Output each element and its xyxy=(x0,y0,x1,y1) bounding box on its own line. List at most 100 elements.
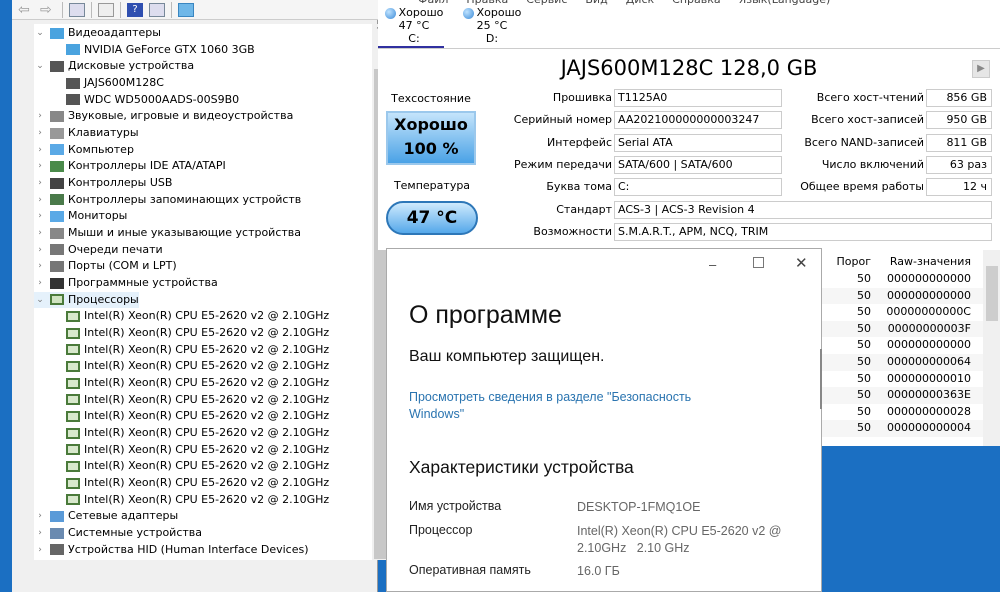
tree-category[interactable]: › Устройства HID (Human Interface Devices… xyxy=(34,542,308,558)
tree-category[interactable]: ⌄ Процессоры xyxy=(34,291,139,308)
field-value[interactable]: Serial ATA xyxy=(614,133,782,152)
help-icon[interactable]: ? xyxy=(127,2,143,17)
column-header-threshold[interactable]: Порог xyxy=(821,254,872,271)
tree-device[interactable]: Intel(R) Xeon(R) CPU E5-2620 v2 @ 2.10GH… xyxy=(62,425,329,441)
security-link[interactable]: Просмотреть сведения в разделе "Безопасн… xyxy=(409,389,729,423)
menu-item[interactable]: Файл xyxy=(418,0,448,6)
properties-icon[interactable] xyxy=(98,2,114,17)
tree-device[interactable]: Intel(R) Xeon(R) CPU E5-2620 v2 @ 2.10GH… xyxy=(62,308,329,324)
tree-category[interactable]: › Компьютер xyxy=(34,142,134,158)
tree-category[interactable]: ⌄ Видеоадаптеры xyxy=(34,25,161,41)
smart-scrollbar[interactable] xyxy=(983,250,1000,446)
stat-value[interactable]: 950 GB xyxy=(926,111,992,130)
smart-row[interactable]: 50 00000000000C xyxy=(821,304,983,321)
field-value[interactable]: AA202100000000003247 xyxy=(614,111,782,130)
tree-category[interactable]: › Мониторы xyxy=(34,208,127,224)
tree-category[interactable]: › Системные устройства xyxy=(34,525,202,541)
chevron-right-icon[interactable]: › xyxy=(34,208,46,224)
chevron-down-icon[interactable]: ⌄ xyxy=(34,25,46,41)
back-icon[interactable]: ⇦ xyxy=(18,3,34,17)
drive-tab-d[interactable]: Хорошо 25 °C D: xyxy=(456,6,528,45)
chevron-right-icon[interactable]: › xyxy=(34,275,46,291)
stat-value[interactable]: 811 GB xyxy=(926,133,992,152)
menu-item[interactable]: Правка xyxy=(466,0,508,6)
tree-category[interactable]: › Программные устройства xyxy=(34,275,218,291)
tree-device[interactable]: WDC WD5000AADS-00S9B0 xyxy=(62,92,239,108)
chevron-right-icon[interactable]: › xyxy=(34,192,46,208)
stat-value[interactable]: 12 ч xyxy=(926,178,992,197)
smart-row[interactable]: 50 000000000004 xyxy=(821,420,983,437)
next-disk-icon[interactable]: ▶ xyxy=(972,60,990,78)
smart-row[interactable]: 50 000000000000 xyxy=(821,287,983,305)
menu-item[interactable]: Вид xyxy=(585,0,607,6)
smart-row[interactable]: 50 000000000000 xyxy=(821,337,983,354)
chevron-right-icon[interactable]: › xyxy=(34,258,46,274)
tree-device[interactable]: Intel(R) Xeon(R) CPU E5-2620 v2 @ 2.10GH… xyxy=(62,408,329,424)
tree-device[interactable]: Intel(R) Xeon(R) CPU E5-2620 v2 @ 2.10GH… xyxy=(62,492,329,508)
drive-tab-c[interactable]: Хорошо 47 °C C: xyxy=(378,6,450,45)
tree-device[interactable]: Intel(R) Xeon(R) CPU E5-2620 v2 @ 2.10GH… xyxy=(62,475,329,491)
stat-value[interactable]: 63 раз xyxy=(926,155,992,174)
show-action-pane-icon[interactable] xyxy=(149,2,165,17)
tree-device[interactable]: Intel(R) Xeon(R) CPU E5-2620 v2 @ 2.10GH… xyxy=(62,325,329,341)
forward-icon[interactable]: ⇨ xyxy=(40,3,56,17)
field-value[interactable]: SATA/600 | SATA/600 xyxy=(614,155,782,174)
health-status-badge[interactable]: Хорошо 100 % xyxy=(386,111,476,165)
chevron-right-icon[interactable]: › xyxy=(34,508,46,524)
close-icon[interactable]: ✕ xyxy=(795,254,808,272)
device-tree[interactable]: ⌄ Видеоадаптеры NVIDIA GeForce GTX 1060 3G… xyxy=(34,24,372,560)
tree-category[interactable]: › Контроллеры запоминающих устройств xyxy=(34,192,301,208)
menu-item[interactable]: Диск xyxy=(626,0,654,6)
menu-item[interactable]: Язык(Language) xyxy=(739,0,831,6)
scan-hardware-icon[interactable] xyxy=(178,2,194,17)
chevron-right-icon[interactable]: › xyxy=(34,542,46,558)
chevron-right-icon[interactable]: › xyxy=(34,175,46,191)
stat-value[interactable]: 856 GB xyxy=(926,89,992,107)
tree-device[interactable]: Intel(R) Xeon(R) CPU E5-2620 v2 @ 2.10GH… xyxy=(62,392,329,408)
chevron-right-icon[interactable]: › xyxy=(34,125,46,141)
chevron-down-icon[interactable]: ⌄ xyxy=(34,292,46,308)
chevron-right-icon[interactable]: › xyxy=(34,225,46,241)
tree-device[interactable]: Intel(R) Xeon(R) CPU E5-2620 v2 @ 2.10GH… xyxy=(62,442,329,458)
chevron-down-icon[interactable]: ⌄ xyxy=(34,58,46,74)
menu-item[interactable]: Справка xyxy=(672,0,720,6)
tree-device[interactable]: Intel(R) Xeon(R) CPU E5-2620 v2 @ 2.10GH… xyxy=(62,342,329,358)
chevron-right-icon[interactable]: › xyxy=(34,525,46,541)
tree-category[interactable]: › Контроллеры IDE ATA/ATAPI xyxy=(34,158,226,174)
tree-category[interactable]: › Сетевые адаптеры xyxy=(34,508,178,524)
menu-item[interactable]: Сервис xyxy=(526,0,567,6)
about-scrollbar[interactable] xyxy=(820,349,822,409)
tree-category[interactable]: › Звуковые, игровые и видеоустройства xyxy=(34,108,293,124)
smart-table[interactable]: Порог Raw-значения 50 000000000000 50 000000… xyxy=(820,250,1000,446)
chevron-right-icon[interactable]: › xyxy=(34,142,46,158)
tree-category[interactable]: ⌄ Дисковые устройства xyxy=(34,58,194,74)
field-value[interactable]: ACS-3 | ACS-3 Revision 4 xyxy=(614,200,992,219)
tree-device[interactable]: Intel(R) Xeon(R) CPU E5-2620 v2 @ 2.10GH… xyxy=(62,375,329,391)
tree-device[interactable]: JAJS600M128C xyxy=(62,75,164,91)
field-value[interactable]: S.M.A.R.T., APM, NCQ, TRIM xyxy=(614,222,992,241)
chevron-right-icon[interactable]: › xyxy=(34,242,46,258)
smart-row[interactable]: 50 000000000000 xyxy=(821,271,983,288)
chevron-right-icon[interactable]: › xyxy=(34,158,46,174)
column-header-raw[interactable]: Raw-значения xyxy=(881,254,971,271)
scrollbar-thumb[interactable] xyxy=(986,266,998,321)
smart-row[interactable]: 50 00000000363E xyxy=(821,387,983,404)
tree-device[interactable]: Intel(R) Xeon(R) CPU E5-2620 v2 @ 2.10GH… xyxy=(62,358,329,374)
tree-category[interactable]: › Очереди печати xyxy=(34,242,163,258)
smart-row[interactable]: 50 00000000003F xyxy=(821,320,983,338)
chevron-right-icon[interactable]: › xyxy=(34,108,46,124)
show-hide-console-tree-icon[interactable] xyxy=(69,2,85,17)
tree-category[interactable]: › Порты (COM и LPT) xyxy=(34,258,176,274)
maximize-icon[interactable] xyxy=(753,257,764,268)
field-value[interactable]: T1125A0 xyxy=(614,89,782,107)
tree-device[interactable]: NVIDIA GeForce GTX 1060 3GB xyxy=(62,42,255,58)
field-value[interactable]: C: xyxy=(614,178,782,197)
smart-row[interactable]: 50 000000000028 xyxy=(821,404,983,421)
tree-category[interactable]: › Контроллеры USB xyxy=(34,175,172,191)
minimize-icon[interactable]: – xyxy=(709,257,716,272)
tree-category[interactable]: › Клавиатуры xyxy=(34,125,138,141)
smart-row[interactable]: 50 000000000010 xyxy=(821,371,983,388)
tree-category[interactable]: › Мыши и иные указывающие устройства xyxy=(34,225,301,241)
tree-device[interactable]: Intel(R) Xeon(R) CPU E5-2620 v2 @ 2.10GH… xyxy=(62,458,329,474)
smart-row[interactable]: 50 000000000064 xyxy=(821,354,983,371)
